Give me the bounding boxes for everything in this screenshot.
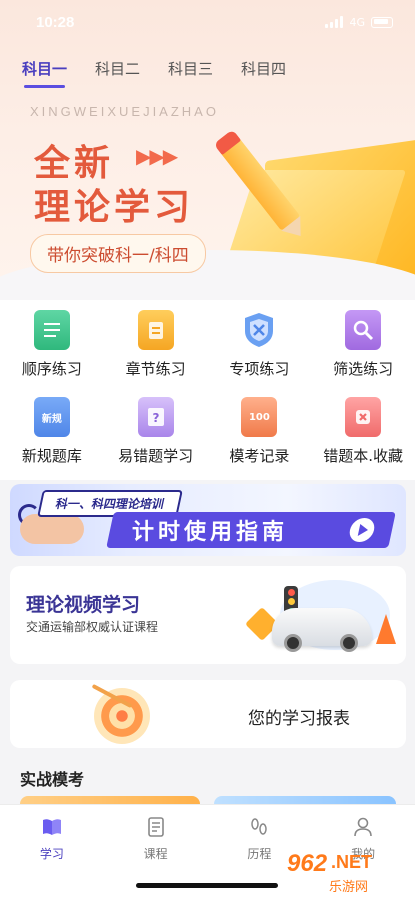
hand-illustration: [20, 514, 84, 544]
banner-main-panel: 计时使用指南: [106, 512, 396, 548]
play-icon[interactable]: [347, 518, 377, 542]
feature-chapter-practice[interactable]: 章节练习: [104, 306, 208, 393]
hero-pinyin: XINGWEIXUEJIAZHAO: [30, 104, 219, 119]
video-card-subtitle: 交通运输部权威认证课程: [26, 620, 159, 634]
feature-special-practice[interactable]: 专项练习: [208, 306, 312, 393]
signal-icon: [325, 16, 344, 28]
network-type: 4G: [349, 15, 365, 29]
banner-main-text: 计时使用指南: [132, 520, 289, 545]
magnifier-icon: [345, 310, 382, 350]
feature-label: 章节练习: [125, 360, 186, 378]
feature-error-prone-study[interactable]: ? 易错题学习: [104, 393, 208, 480]
shield-icon: [241, 310, 277, 350]
study-report-label: 您的学习报表: [248, 709, 350, 729]
site-watermark: 962 .NET 乐游网: [281, 850, 409, 896]
feature-sequential-practice[interactable]: 顺序练习: [0, 306, 104, 393]
section-title-mock-exam: 实战模考: [20, 770, 85, 789]
clipboard-icon: [137, 310, 174, 350]
tab-subject-1[interactable]: 科目一: [22, 58, 67, 88]
svg-text:?: ?: [152, 411, 159, 425]
feature-label: 顺序练习: [21, 360, 82, 378]
car-illustration: [272, 608, 372, 652]
book-open-icon: [40, 815, 64, 839]
target-icon: [94, 688, 150, 744]
document-icon: [144, 815, 168, 839]
timing-guide-banner[interactable]: 科一、科四理论培训 计时使用指南: [10, 484, 406, 556]
feature-label: 错题本.收藏: [323, 447, 404, 465]
watermark-domain: .NET: [331, 852, 373, 872]
video-study-card[interactable]: 理论视频学习 交通运输部权威认证课程: [10, 566, 406, 664]
nav-label: 学习: [39, 847, 64, 861]
study-report-card[interactable]: 您的学习报表: [10, 680, 406, 748]
watermark-brand: 962: [287, 850, 328, 877]
footprints-icon: [247, 815, 271, 839]
feature-new-rules-bank[interactable]: 新规 新规题库: [0, 393, 104, 480]
status-time: 10:28: [36, 13, 75, 31]
score-sheet-icon: 100: [241, 397, 278, 437]
arrows-icon: ▶▶▶: [136, 144, 178, 168]
hero-title-line2: 理论学习: [34, 187, 195, 228]
traffic-cone-icon: [376, 614, 396, 644]
nav-label: 课程: [143, 847, 168, 861]
status-bar: 10:28 4G: [0, 0, 415, 44]
tab-subject-2[interactable]: 科目二: [95, 58, 140, 79]
feature-mock-exam-records[interactable]: 100 模考记录: [208, 393, 312, 480]
new-book-icon: 新规: [33, 397, 70, 437]
hero-tagline: 带你突破科一/科四: [30, 234, 206, 273]
list-book-icon: [33, 310, 70, 350]
battery-icon: [371, 16, 393, 28]
feature-grid: 顺序练习 章节练习 专项练习 筛选练习 新规 新规题库 ? 易错题学习 100 …: [0, 300, 415, 480]
watermark-sub: 乐游网: [329, 880, 369, 895]
video-card-title: 理论视频学习: [26, 594, 141, 616]
feature-label: 筛选练习: [333, 360, 394, 378]
feature-label: 模考记录: [229, 447, 290, 465]
score-badge: 100: [248, 411, 270, 423]
nav-label: 历程: [247, 847, 272, 861]
new-rules-badge: 新规: [41, 413, 62, 425]
feature-label: 易错题学习: [118, 447, 194, 465]
tab-subject-4[interactable]: 科目四: [241, 58, 286, 79]
question-book-icon: ?: [137, 397, 174, 437]
nav-study[interactable]: 学习: [0, 805, 104, 900]
subject-tabs: 科目一 科目二 科目三 科目四: [22, 58, 314, 88]
error-book-icon: [345, 397, 382, 437]
feature-error-book-favorites[interactable]: 错题本.收藏: [311, 393, 415, 480]
user-icon: [351, 815, 375, 839]
home-indicator[interactable]: [136, 883, 278, 888]
feature-filter-practice[interactable]: 筛选练习: [311, 306, 415, 393]
feature-label: 专项练习: [229, 360, 290, 378]
feature-label: 新规题库: [21, 447, 82, 465]
tab-subject-3[interactable]: 科目三: [168, 58, 213, 79]
